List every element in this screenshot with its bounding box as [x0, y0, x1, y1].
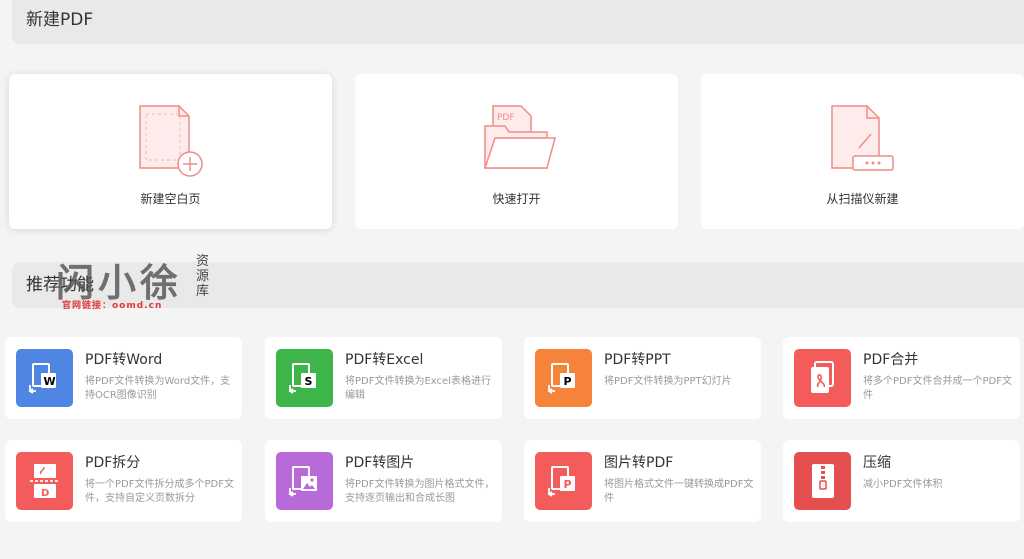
word-icon: W: [28, 363, 56, 394]
new-from-scanner-card[interactable]: 从扫描仪新建: [701, 74, 1024, 229]
tool-title: PDF转图片: [345, 455, 415, 471]
tool-pdf-split[interactable]: D PDF拆分 将一个PDF文件拆分成多个PDF文件，支持自定义页数拆分: [5, 440, 242, 522]
quick-open-card[interactable]: PDF 快速打开: [355, 74, 678, 229]
merge-icon: [811, 361, 834, 393]
tool-tile: [276, 452, 333, 510]
tool-pdf-to-excel[interactable]: S PDF转Excel 将PDF文件转换为Excel表格进行编辑: [265, 337, 502, 419]
image-icon: [288, 466, 317, 497]
tool-image-to-pdf[interactable]: P 图片转PDF 将图片格式文件一键转换成PDF文件: [524, 440, 761, 522]
new-blank-page-label: 新建空白页: [140, 192, 201, 206]
section-title: 推荐功能: [26, 275, 94, 295]
svg-text:P: P: [564, 478, 572, 491]
tool-compress[interactable]: 压缩 减小PDF文件体积: [783, 440, 1020, 522]
folder-open-icon: PDF: [483, 105, 556, 169]
tool-tile: [794, 452, 851, 510]
blank-page-icon: [138, 105, 203, 177]
tool-description: 将PDF文件转换为Excel表格进行编辑: [345, 376, 491, 401]
tool-title: 压缩: [863, 455, 891, 471]
tool-pdf-to-word[interactable]: W PDF转Word 将PDF文件转换为Word文件，支持OCR图像识别: [5, 337, 242, 419]
split-icon: D: [30, 464, 59, 499]
tool-pdf-merge[interactable]: PDF合并 将多个PDF文件合并成一个PDF文件: [783, 337, 1020, 419]
tool-description: 将一个PDF文件拆分成多个PDF文件，支持自定义页数拆分: [85, 479, 234, 504]
section-header-recommended: 推荐功能: [12, 262, 1024, 308]
tool-description: 将PDF文件转换为Word文件，支持OCR图像识别: [85, 376, 231, 401]
tool-title: PDF合并: [863, 352, 919, 368]
tool-title: PDF转PPT: [604, 352, 671, 368]
svg-text:PDF: PDF: [497, 113, 515, 123]
tool-tile: [794, 349, 851, 407]
tool-tile: S: [276, 349, 333, 407]
section-header-new-pdf: 新建PDF: [12, 0, 1024, 44]
svg-text:P: P: [564, 375, 572, 388]
tool-pdf-to-ppt[interactable]: P PDF转PPT 将PDF文件转换为PPT幻灯片: [524, 337, 761, 419]
tool-description: 将PDF文件转换为图片格式文件，支持逐页输出和合成长图: [345, 479, 495, 504]
quick-open-label: 快速打开: [492, 192, 541, 206]
tool-title: PDF转Excel: [345, 352, 424, 368]
ppt-icon: P: [547, 363, 575, 394]
excel-icon: S: [288, 363, 316, 394]
compress-icon: [812, 464, 834, 498]
svg-text:D: D: [41, 488, 49, 499]
tool-title: PDF拆分: [85, 455, 141, 471]
section-title: 新建PDF: [26, 10, 94, 30]
tool-tile: P: [535, 349, 592, 407]
scanner-icon: [830, 105, 894, 171]
tool-title: PDF转Word: [85, 352, 163, 368]
tool-description: 将图片格式文件一键转换成PDF文件: [604, 479, 754, 504]
tool-description: 将PDF文件转换为PPT幻灯片: [604, 376, 732, 387]
tool-tile: D: [16, 452, 73, 510]
tool-tile: W: [16, 349, 73, 407]
tool-description: 减小PDF文件体积: [863, 479, 943, 490]
svg-text:W: W: [44, 375, 56, 388]
tool-pdf-to-image[interactable]: PDF转图片 将PDF文件转换为图片格式文件，支持逐页输出和合成长图: [265, 440, 502, 522]
svg-text:S: S: [305, 375, 313, 388]
tool-title: 图片转PDF: [604, 455, 674, 471]
new-blank-page-card[interactable]: 新建空白页: [9, 74, 332, 229]
tool-tile: P: [535, 452, 592, 510]
image-to-pdf-icon: P: [547, 466, 575, 497]
tool-description: 将多个PDF文件合并成一个PDF文件: [863, 376, 1012, 401]
new-from-scanner-label: 从扫描仪新建: [826, 192, 899, 206]
